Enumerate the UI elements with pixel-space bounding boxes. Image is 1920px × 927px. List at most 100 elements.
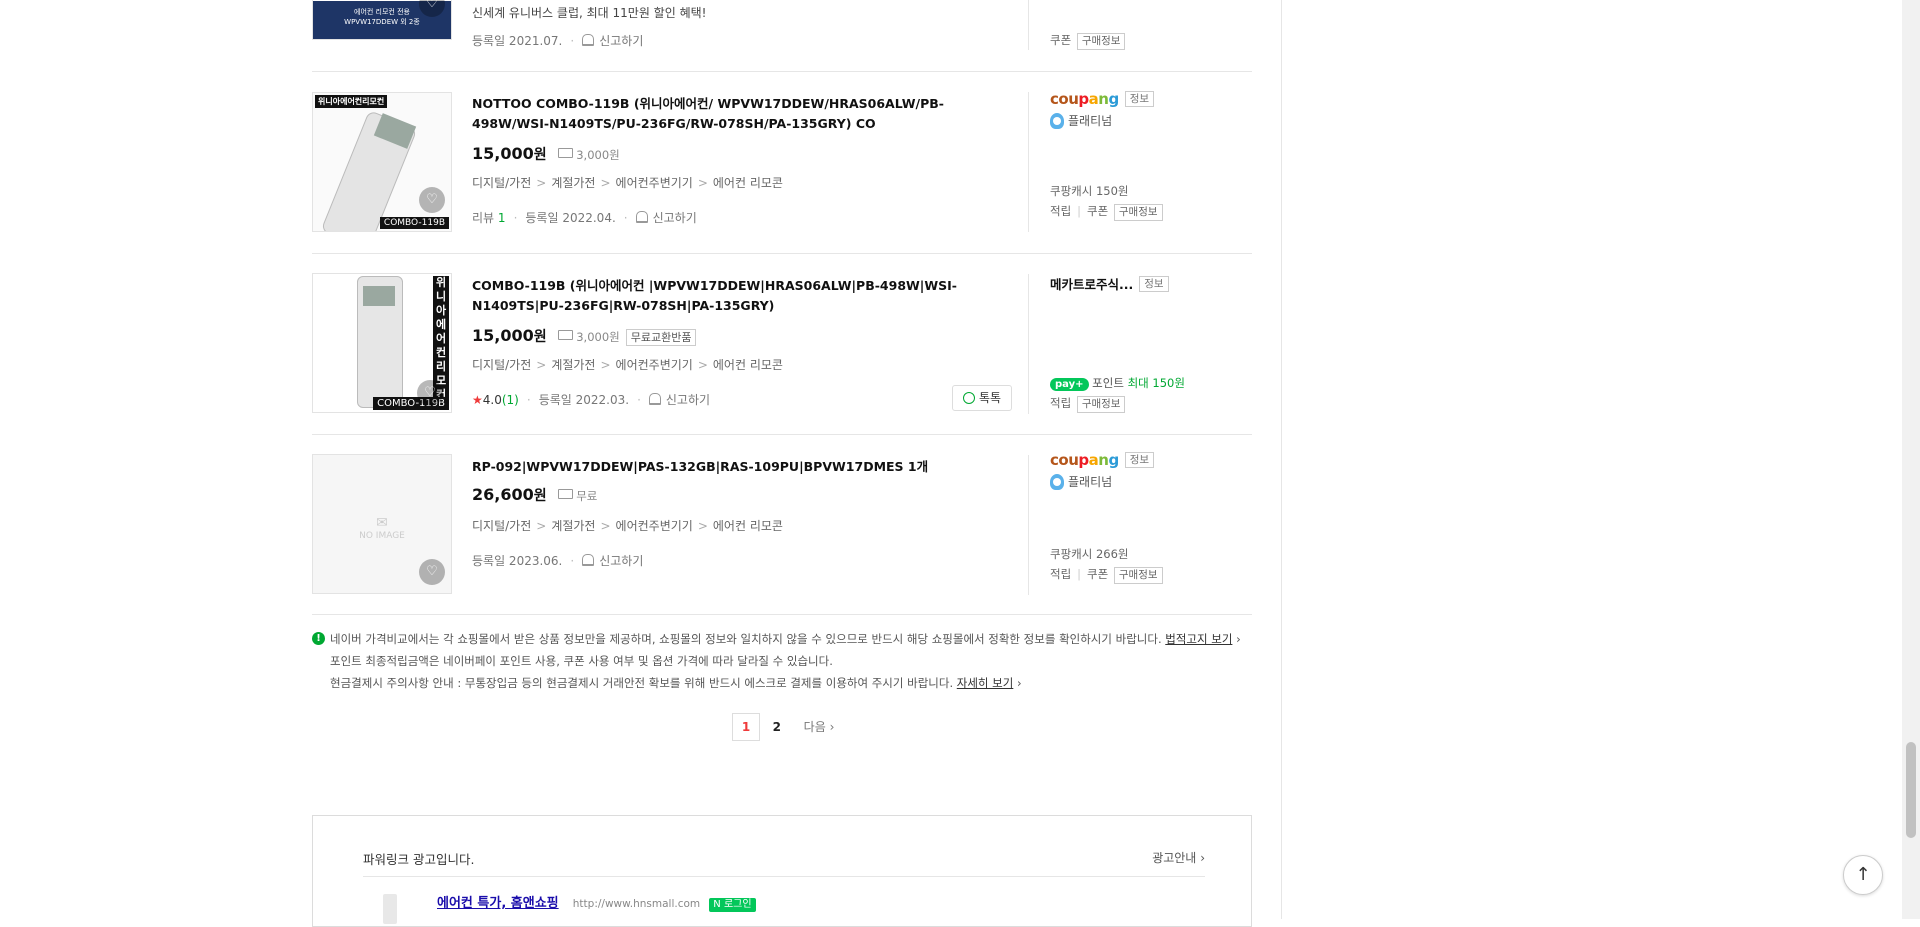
seller-tags: 적립 구매정보 — [1050, 395, 1250, 413]
notice-line: 포인트 최종적립금액은 네이버페이 포인트 사용, 쿠폰 사용 여부 및 옵션 … — [330, 654, 833, 668]
rating-count[interactable]: (1) — [502, 393, 519, 407]
report-link[interactable]: 신고하기 — [653, 211, 697, 225]
chevron-right-icon: › — [1236, 632, 1241, 646]
legal-notice-link[interactable]: 법적고지 보기 — [1165, 632, 1232, 646]
review-label[interactable]: 리뷰 — [472, 211, 494, 225]
image-caption: WPVW17DDEW 외 2종 — [344, 18, 420, 26]
tag-reward: 적립 — [1050, 567, 1072, 581]
coupon-label: 쿠폰 — [1050, 33, 1072, 47]
seller-logo[interactable]: coupang 정보 — [1050, 451, 1250, 469]
report-link[interactable]: 신고하기 — [599, 554, 643, 568]
heart-icon[interactable]: ♡ — [419, 559, 445, 585]
category-link[interactable]: 디지털/가전 — [472, 176, 531, 190]
seller-name[interactable]: 메카트로주식... — [1050, 277, 1133, 292]
arrow-up-icon[interactable]: ↑ — [1843, 855, 1883, 895]
reg-date: 등록일 2021.07. — [472, 34, 563, 48]
scrollbar[interactable] — [1902, 0, 1920, 919]
shipping-fee: 무료 — [576, 489, 598, 503]
shipping: 3,000원 — [558, 148, 620, 162]
image-model: COMBO-119B — [379, 217, 449, 229]
buy-info-button[interactable]: 구매정보 — [1076, 33, 1126, 50]
product-title[interactable]: NOTTOO COMBO-119B (위니아에어컨/ WPVW17DDEW/HR… — [472, 94, 1012, 134]
report-link[interactable]: 신고하기 — [666, 393, 710, 407]
pagination: 1 2 다음 › — [732, 713, 834, 741]
npay-icon: pay+ — [1050, 378, 1089, 391]
product-title[interactable]: COMBO-119B (위니아에어컨 |WPVW17DDEW|HRAS06ALW… — [472, 276, 1012, 316]
seller-grade: 플래티넘 — [1050, 112, 1250, 129]
next-page-button[interactable]: 다음 › — [804, 718, 835, 735]
seller-info-button[interactable]: 정보 — [1124, 452, 1155, 468]
details-link[interactable]: 자세히 보기 — [957, 676, 1014, 690]
envelope-icon: ✉ — [376, 515, 388, 531]
reg-date: 등록일 2022.03. — [538, 393, 630, 407]
talktalk-button[interactable]: 톡톡 — [952, 385, 1012, 411]
category-link[interactable]: 계절가전 — [551, 176, 595, 190]
buy-info-button[interactable]: 구매정보 — [1113, 567, 1163, 584]
category-path: 디지털/가전 > 계절가전 > 에어컨주변기기 > 에어컨 리모콘 — [472, 358, 783, 372]
coupang-logo: coupang — [1050, 451, 1119, 469]
powerlink-header: 파워링크 광고입니다. 광고안내 › — [363, 849, 1205, 877]
product-meta: 등록일 2023.06. · 신고하기 — [472, 554, 644, 568]
category-link[interactable]: 에어컨주변기기 — [616, 519, 693, 533]
review-count[interactable]: 1 — [498, 211, 506, 225]
page-link[interactable]: 2 — [764, 720, 790, 734]
cash-reward: 쿠팡캐시 150원 — [1050, 184, 1129, 198]
category-link[interactable]: 에어컨주변기기 — [616, 358, 693, 372]
rating: 4.0 — [482, 393, 502, 407]
product-meta: ★4.0(1) · 등록일 2022.03. · 신고하기 — [472, 393, 711, 407]
buy-info-button[interactable]: 구매정보 — [1076, 396, 1126, 413]
ad-thumbnail[interactable] — [383, 894, 397, 924]
seller-logo[interactable]: coupang 정보 — [1050, 90, 1250, 108]
chevron-right-icon: › — [829, 720, 835, 734]
seller-tags: 적립 | 쿠폰 구매정보 — [1050, 203, 1250, 221]
price-unit: 원 — [533, 147, 547, 163]
scrollbar-thumb[interactable] — [1906, 742, 1916, 838]
tag-reward: 적립 — [1050, 396, 1072, 410]
category-link[interactable]: 계절가전 — [551, 519, 595, 533]
bell-icon — [635, 211, 648, 223]
heart-icon[interactable]: ♡ — [419, 187, 445, 213]
category-link[interactable]: 에어컨주변기기 — [616, 176, 693, 190]
category-link[interactable]: 에어컨 리모콘 — [713, 358, 783, 372]
seller-info: 메카트로주식... 정보 pay+ 포인트 최대 150원 적립 구매정보 — [1050, 274, 1250, 413]
heart-icon[interactable]: ♡ — [417, 380, 443, 406]
buy-info-button[interactable]: 구매정보 — [1113, 204, 1163, 221]
category-link[interactable]: 계절가전 — [551, 358, 595, 372]
ad-item: 에어컨 특가, 홈앤쇼핑 http://www.hnsmall.com N 로그… — [437, 892, 756, 912]
seller-info-button[interactable]: 정보 — [1139, 276, 1169, 292]
product-item: 위니아에어컨리모컨 COMBO-119B ♡ COMBO-119B (위니아에어… — [312, 254, 1252, 435]
category-link[interactable]: 에어컨 리모콘 — [713, 176, 783, 190]
ad-title-link[interactable]: 에어컨 특가, 홈앤쇼핑 — [437, 896, 559, 911]
category-link[interactable]: 디지털/가전 — [472, 358, 531, 372]
reg-date: 등록일 2022.04. — [525, 211, 616, 225]
shipping: 무료 — [558, 489, 597, 503]
image-label: 위니아에어컨리모컨 — [315, 95, 388, 108]
seller-tags: 적립 | 쿠폰 구매정보 — [1050, 566, 1250, 584]
category-link[interactable]: 디지털/가전 — [472, 519, 531, 533]
product-thumbnail[interactable]: 위니아에어컨리모컨 COMBO-119B ♡ — [312, 273, 452, 413]
remote-screen — [363, 286, 395, 306]
seller-info-button[interactable]: 정보 — [1124, 91, 1155, 107]
report-link[interactable]: 신고하기 — [599, 34, 643, 48]
chevron-right-icon: › — [1016, 676, 1022, 690]
product-thumbnail[interactable]: ✉ NO IMAGE ♡ — [312, 454, 452, 594]
no-image-placeholder: ✉ NO IMAGE — [313, 515, 451, 541]
product-thumbnail[interactable]: 위니아에어컨리모컨 COMBO-119B ♡ — [312, 92, 452, 232]
tag-reward: 적립 — [1050, 204, 1072, 218]
powerlink-ad-box: 파워링크 광고입니다. 광고안내 › 에어컨 특가, 홈앤쇼핑 http://w… — [312, 815, 1252, 927]
notice-line: 네이버 가격비교에서는 각 쇼핑몰에서 받은 상품 정보만을 제공하며, 쇼핑몰… — [330, 632, 1241, 646]
category-link[interactable]: 에어컨 리모콘 — [713, 519, 783, 533]
product-title[interactable]: RP-092|WPVW17DDEW|PAS-132GB|RAS-109PU|BP… — [472, 457, 1012, 477]
seller-logo[interactable]: 메카트로주식... 정보 — [1050, 274, 1250, 293]
page-current[interactable]: 1 — [732, 713, 760, 741]
tag-coupon: 쿠폰 — [1087, 567, 1109, 581]
product-thumbnail[interactable]: 에어컨 리모컨 전용 WPVW17DDEW 외 2종 ♡ — [312, 0, 452, 40]
point-label: 포인트 — [1092, 376, 1124, 390]
promo-text: 신세계 유니버스 클럽, 최대 11만원 할인 혜택! — [472, 6, 707, 20]
column-divider — [1028, 455, 1029, 595]
product-meta: 리뷰 1 · 등록일 2022.04. · 신고하기 — [472, 211, 697, 225]
ad-guide-link[interactable]: 광고안내 › — [1152, 849, 1205, 866]
seller-info: 쿠폰 구매정보 — [1050, 32, 1250, 50]
ad-url: http://www.hnsmall.com — [572, 898, 701, 910]
bell-icon — [582, 554, 595, 566]
